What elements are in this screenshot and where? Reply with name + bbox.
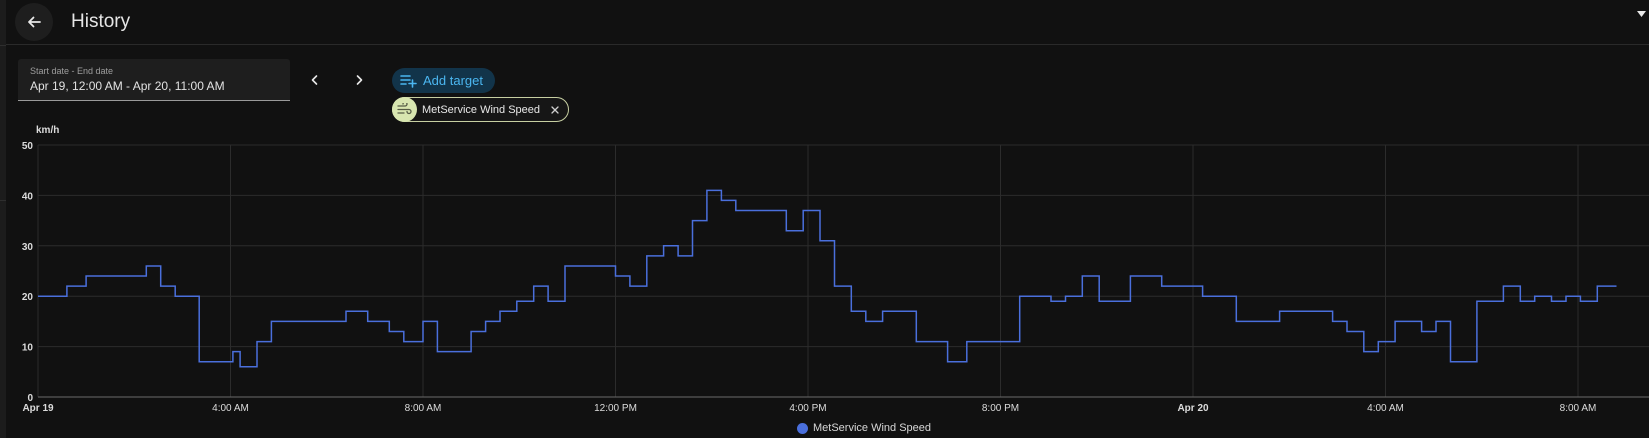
history-chart[interactable]: 01020304050Apr 19 4:00 AM 8:00 AM 12:00 PM 4… xyxy=(0,125,1649,418)
chip-icon-container xyxy=(392,97,417,122)
chevron-left-icon xyxy=(311,75,318,85)
page-title: History xyxy=(71,11,131,32)
x-tick-label: 8:00 PM xyxy=(982,403,1019,414)
add-target-button[interactable]: Add target xyxy=(392,68,495,93)
date-range-label: Start date - End date xyxy=(30,66,114,76)
y-tick-label: 30 xyxy=(22,242,34,253)
x-tick-label: 8:00 AM xyxy=(1560,403,1597,414)
x-tick-label: Apr 20 xyxy=(1177,403,1209,414)
weather-windy-icon xyxy=(397,103,412,115)
legend-label: MetService Wind Speed xyxy=(813,422,931,434)
y-tick-label: 40 xyxy=(22,191,34,202)
chevron-right-icon xyxy=(356,75,363,85)
add-target-label: Add target xyxy=(423,73,483,88)
y-axis-unit-label: km/h xyxy=(36,125,59,136)
date-range-picker[interactable]: Start date - End date Apr 19, 12:00 AM -… xyxy=(18,59,290,101)
y-tick-label: 50 xyxy=(22,141,34,152)
date-range-value: Apr 19, 12:00 AM - Apr 20, 11:00 AM xyxy=(30,79,225,93)
target-chip[interactable]: MetService Wind Speed xyxy=(392,97,569,122)
arrow-left-icon xyxy=(28,16,41,28)
x-tick-label: 4:00 PM xyxy=(789,403,826,414)
back-button[interactable] xyxy=(15,3,53,41)
close-icon xyxy=(551,105,559,114)
next-range-button[interactable] xyxy=(347,68,371,92)
x-tick-label: 4:00 AM xyxy=(1367,403,1404,414)
x-tick-label: 8:00 AM xyxy=(405,403,442,414)
legend-swatch xyxy=(797,422,808,434)
app-header: History xyxy=(6,0,1649,45)
y-tick-label: 20 xyxy=(22,292,34,303)
remove-target-button[interactable] xyxy=(546,101,564,119)
playlist-plus-icon xyxy=(400,74,417,88)
target-chip-label: MetService Wind Speed xyxy=(422,103,540,116)
x-tick-label: Apr 19 xyxy=(22,403,54,414)
x-tick-label: 12:00 PM xyxy=(594,403,637,414)
x-tick-label: 4:00 AM xyxy=(212,403,249,414)
y-tick-label: 10 xyxy=(22,343,34,354)
chart-legend-item[interactable]: MetService Wind Speed xyxy=(797,422,931,434)
sidebar-divider xyxy=(0,45,6,46)
previous-range-button[interactable] xyxy=(303,68,327,92)
series-line-metservice-wind-speed xyxy=(38,189,1617,368)
chevron-down-icon[interactable] xyxy=(1637,9,1649,21)
